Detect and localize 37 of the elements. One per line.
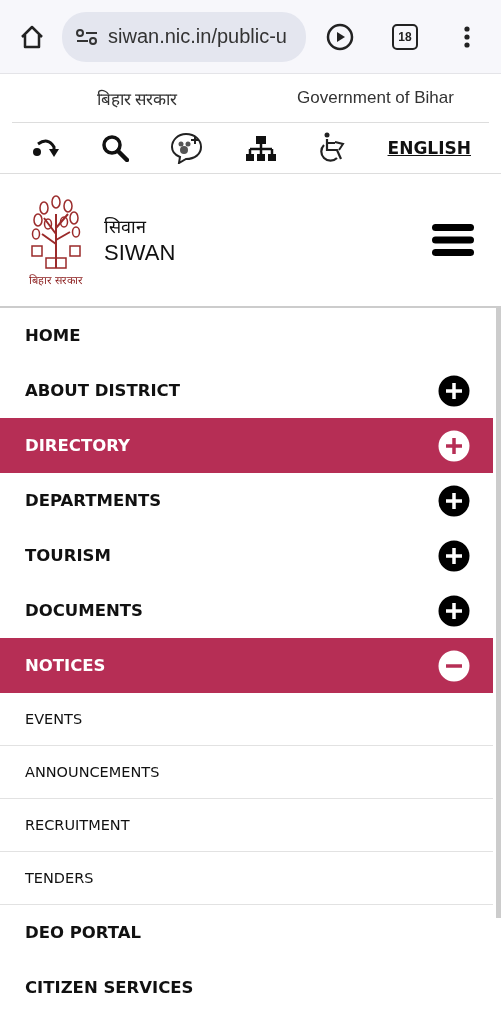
url-text: siwan.nic.in/public-u [108,25,287,48]
plus-icon[interactable] [438,539,470,572]
state-government-link[interactable]: Government of Bihar [262,74,489,122]
submenu-item[interactable]: RECRUITMENT [0,799,493,852]
district-name: SIWAN [104,240,176,266]
menu-item[interactable]: NOTICES [0,638,493,693]
sitemap-icon[interactable] [245,134,278,162]
menu-item[interactable]: ABOUT DISTRICT [0,363,493,418]
state-government-hindi-link[interactable]: बिहार सरकार [12,74,262,122]
more-menu-icon[interactable] [464,25,470,48]
play-icon[interactable] [326,22,354,51]
menu-item[interactable]: HOME [0,308,493,363]
menu-item[interactable]: DIRECTORY [0,418,493,473]
menu-item[interactable]: DEPARTMENTS [0,473,493,528]
tab-count[interactable]: 18 [392,23,418,50]
site-settings-icon[interactable] [76,28,98,45]
minus-icon[interactable] [438,649,470,682]
emblem-caption: बिहार सरकार [28,272,84,287]
plus-icon[interactable] [438,374,470,407]
menu-icon[interactable] [431,223,475,257]
language-link[interactable]: ENGLISH [387,138,471,158]
menu-item[interactable]: CITIZEN SERVICES [0,960,493,1015]
menu-item[interactable]: TOURISM [0,528,493,583]
plus-icon[interactable] [438,484,470,517]
submenu-item[interactable]: TENDERS [0,852,493,905]
address-bar[interactable]: siwan.nic.in/public-u [62,11,306,62]
submenu-item[interactable]: EVENTS [0,693,493,746]
menu-item[interactable]: DEO PORTAL [0,905,493,960]
plus-icon[interactable] [438,594,470,627]
search-icon[interactable] [101,134,130,162]
plus-icon[interactable] [438,429,470,462]
district-name-hindi: सिवान [104,216,148,238]
accessibility-icon[interactable] [318,132,347,164]
menu-item[interactable]: DOCUMENTS [0,583,493,638]
scrollbar[interactable] [496,308,501,918]
submenu-item[interactable]: ANNOUNCEMENTS [0,746,493,799]
feedback-bubble-icon[interactable] [170,132,205,164]
